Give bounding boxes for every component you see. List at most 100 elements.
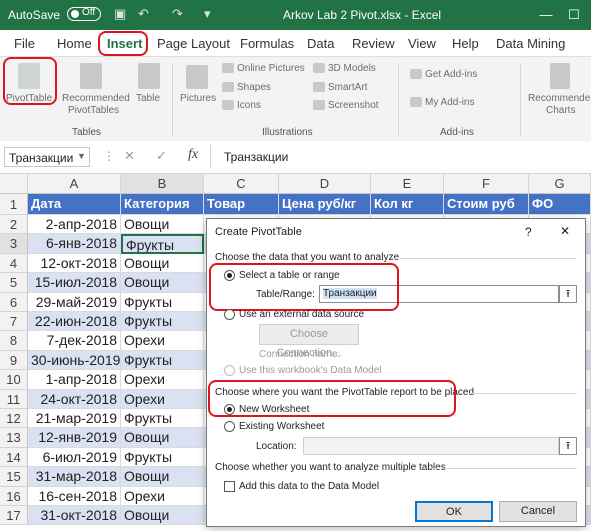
date-cell[interactable]: 12-окт-2018 — [28, 253, 121, 274]
name-box-dropdown-icon[interactable]: ▼ — [77, 151, 86, 161]
smartart-button[interactable]: SmartArt — [328, 82, 367, 93]
online-pictures-button[interactable]: Online Pictures — [237, 63, 305, 74]
row-header[interactable]: 4 — [0, 253, 28, 274]
row-header[interactable]: 13 — [0, 428, 28, 448]
tab-data[interactable]: Data — [307, 36, 334, 51]
existing-worksheet-label[interactable]: Existing Worksheet — [239, 421, 324, 432]
row-header[interactable]: 3 — [0, 234, 28, 254]
category-cell[interactable]: Фрукты — [121, 312, 204, 332]
category-cell[interactable]: Овощи — [121, 273, 204, 293]
date-cell[interactable]: 29-май-2019 — [28, 292, 121, 312]
cancel-entry-icon[interactable]: ✕ — [124, 148, 135, 164]
row-header[interactable]: 5 — [0, 273, 28, 293]
icons-button[interactable]: Icons — [237, 100, 261, 111]
data-model-radio[interactable] — [224, 365, 235, 376]
recommended-charts-label-1[interactable]: Recommende — [528, 93, 590, 104]
date-cell[interactable]: 24-окт-2018 — [28, 389, 121, 409]
date-cell[interactable]: 12-янв-2019 — [28, 428, 121, 448]
column-header-g[interactable]: G — [529, 174, 591, 194]
existing-worksheet-radio[interactable] — [224, 421, 235, 432]
models-3d-button[interactable]: 3D Models — [328, 63, 376, 74]
date-cell[interactable]: 1-апр-2018 — [28, 370, 121, 390]
choose-connection-button[interactable]: Choose Connection... — [259, 324, 359, 359]
date-cell[interactable]: 15-июл-2018 — [28, 273, 121, 293]
new-worksheet-radio[interactable] — [224, 404, 235, 415]
minimize-button[interactable]: — — [532, 4, 560, 26]
header-cell-product[interactable]: Товар — [204, 194, 279, 215]
column-header-e[interactable]: E — [371, 174, 444, 194]
category-cell[interactable]: Орехи — [121, 389, 204, 409]
category-cell[interactable]: Овощи — [121, 467, 204, 487]
category-cell[interactable]: Орехи — [121, 331, 204, 351]
date-cell[interactable]: 21-мар-2019 — [28, 409, 121, 429]
column-header-f[interactable]: F — [444, 174, 529, 194]
row-header[interactable]: 8 — [0, 331, 28, 351]
category-cell[interactable]: Фрукты — [121, 292, 204, 312]
row-header[interactable]: 15 — [0, 467, 28, 487]
category-cell[interactable]: Фрукты — [121, 447, 204, 468]
location-collapse-icon[interactable]: ⭱ — [559, 437, 577, 455]
date-cell[interactable]: 30-июнь-2019 — [28, 350, 121, 371]
customize-qat-icon[interactable]: ▾ — [204, 6, 211, 22]
recommended-pivottables-label-2[interactable]: PivotTables — [68, 105, 119, 116]
tab-page-layout[interactable]: Page Layout — [157, 36, 230, 51]
date-cell[interactable]: 31-окт-2018 — [28, 506, 121, 526]
date-cell[interactable]: 22-июн-2018 — [28, 312, 121, 332]
header-cell-category[interactable]: Категория — [121, 194, 204, 215]
column-header-d[interactable]: D — [279, 174, 371, 194]
header-cell-fo[interactable]: ФО — [529, 194, 591, 215]
date-cell[interactable]: 31-мар-2018 — [28, 467, 121, 487]
row-header[interactable]: 17 — [0, 506, 28, 526]
tab-home[interactable]: Home — [57, 36, 92, 51]
maximize-button[interactable]: ☐ — [560, 4, 588, 26]
external-source-label[interactable]: Use an external data source — [239, 309, 364, 320]
row-header[interactable]: 14 — [0, 447, 28, 468]
redo-icon[interactable]: ↷ — [172, 6, 183, 22]
row-header[interactable]: 2 — [0, 215, 28, 235]
insert-function-icon[interactable]: fx — [188, 147, 198, 163]
recommended-pivottables-label-1[interactable]: Recommended — [62, 93, 130, 104]
range-collapse-icon[interactable]: ⭱ — [559, 285, 577, 303]
tab-data-mining[interactable]: Data Mining — [496, 36, 565, 51]
my-addins-button[interactable]: My Add-ins — [425, 97, 474, 108]
formula-input[interactable]: Транзакции — [224, 150, 288, 164]
row-header[interactable]: 9 — [0, 350, 28, 371]
column-header-a[interactable]: A — [28, 174, 121, 194]
help-button[interactable]: ? — [525, 225, 532, 239]
date-cell[interactable]: 2-апр-2018 — [28, 215, 121, 235]
name-box[interactable]: Транзакции ▼ — [4, 147, 90, 167]
category-cell[interactable]: Фрукты — [121, 234, 204, 254]
category-cell[interactable]: Орехи — [121, 370, 204, 390]
date-cell[interactable]: 7-дек-2018 — [28, 331, 121, 351]
confirm-entry-icon[interactable]: ✓ — [156, 148, 167, 164]
category-cell[interactable]: Овощи — [121, 428, 204, 448]
select-all-corner[interactable] — [0, 174, 28, 194]
date-cell[interactable]: 6-янв-2018 — [28, 234, 121, 254]
category-cell[interactable]: Фрукты — [121, 350, 204, 371]
category-cell[interactable]: Овощи — [121, 215, 204, 235]
row-header[interactable]: 10 — [0, 370, 28, 390]
pictures-button[interactable]: Pictures — [180, 93, 216, 104]
undo-icon[interactable]: ↶ — [138, 6, 149, 22]
tab-file[interactable]: File — [14, 36, 35, 51]
tab-help[interactable]: Help — [452, 36, 479, 51]
category-cell[interactable]: Овощи — [121, 253, 204, 274]
get-addins-button[interactable]: Get Add-ins — [425, 69, 477, 80]
row-header[interactable]: 6 — [0, 292, 28, 312]
date-cell[interactable]: 6-июл-2019 — [28, 447, 121, 468]
tab-formulas[interactable]: Formulas — [240, 36, 294, 51]
category-cell[interactable]: Орехи — [121, 486, 204, 506]
header-cell-date[interactable]: Дата — [28, 194, 121, 215]
tab-review[interactable]: Review — [352, 36, 395, 51]
screenshot-button[interactable]: Screenshot — [328, 100, 379, 111]
category-cell[interactable]: Фрукты — [121, 409, 204, 429]
recommended-charts-label-2[interactable]: Charts — [546, 105, 575, 116]
save-icon[interactable]: ▣ — [114, 6, 126, 22]
shapes-button[interactable]: Shapes — [237, 82, 271, 93]
header-cell-price[interactable]: Цена руб/кг — [279, 194, 371, 215]
row-header[interactable]: 11 — [0, 389, 28, 409]
add-to-data-model-label[interactable]: Add this data to the Data Model — [239, 481, 379, 492]
row-header[interactable]: 12 — [0, 409, 28, 429]
data-model-label[interactable]: Use this workbook's Data Model — [239, 365, 382, 376]
row-header[interactable]: 7 — [0, 312, 28, 332]
